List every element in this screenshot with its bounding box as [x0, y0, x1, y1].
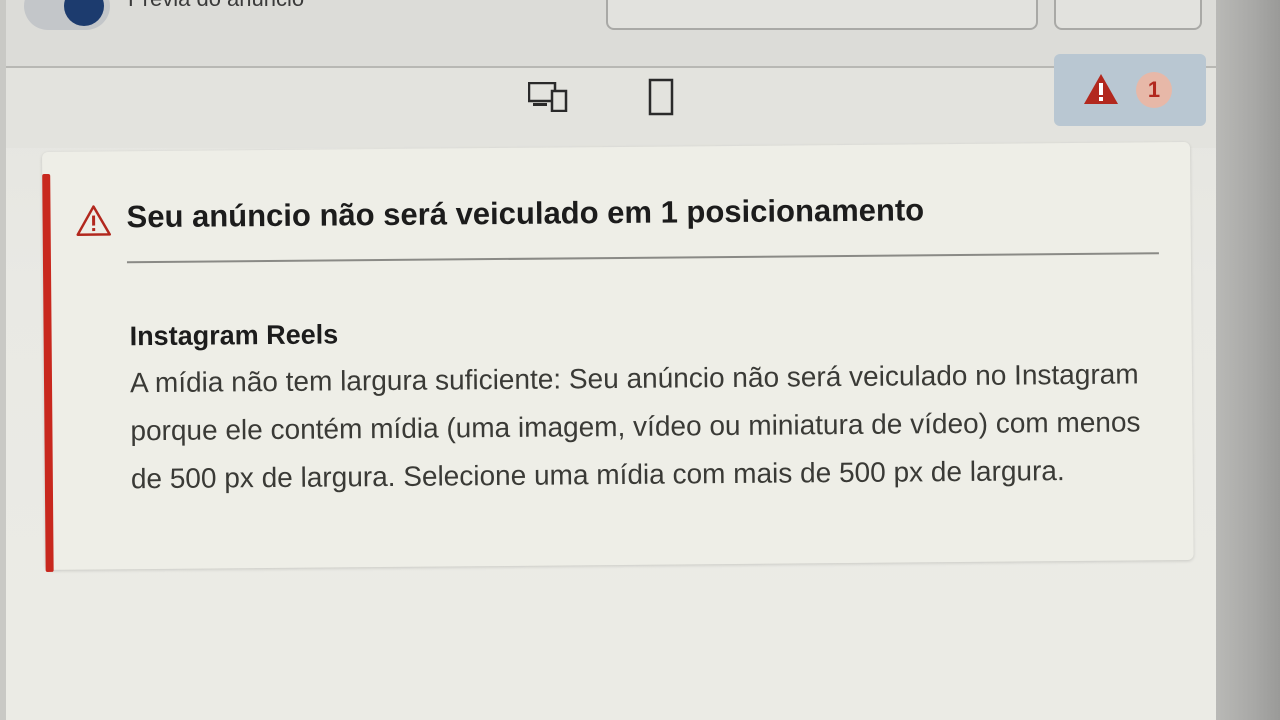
toolbar-button-secondary[interactable] — [1054, 0, 1202, 30]
warnings-count: 1 — [1136, 72, 1172, 108]
placement-error-description: A mídia não tem largura suficiente: Seu … — [129, 358, 1141, 495]
right-edge — [1216, 0, 1280, 720]
preview-toggle-label: Prévia do anúncio — [128, 0, 304, 12]
placement-name: Instagram Reels — [129, 319, 339, 352]
preview-toggle[interactable] — [24, 0, 110, 30]
warnings-badge[interactable]: 1 — [1054, 54, 1206, 126]
alert-accent-bar — [42, 173, 54, 572]
toolbar-button-primary[interactable] — [606, 0, 1038, 30]
top-toolbar: Prévia do anúncio — [6, 0, 1216, 68]
mobile-icon[interactable] — [648, 78, 674, 116]
desktop-mobile-icon[interactable] — [528, 82, 568, 112]
toggle-knob — [64, 0, 104, 26]
preview-device-row: 1 — [6, 54, 1216, 148]
warning-icon — [1084, 74, 1118, 104]
alert-divider — [126, 252, 1159, 264]
ads-manager-screen: Prévia do anúncio 1 Seu anúnci — [0, 0, 1280, 720]
alert-title: Seu anúncio não será veiculado em 1 posi… — [126, 192, 925, 235]
warning-outline-icon — [76, 205, 111, 236]
placement-error-alert: Seu anúncio não será veiculado em 1 posi… — [42, 141, 1194, 572]
empty-content-area — [6, 580, 1216, 720]
